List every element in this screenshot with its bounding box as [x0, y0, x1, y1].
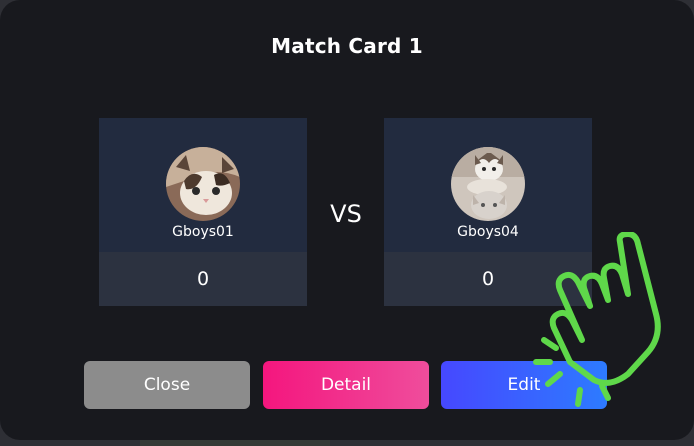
close-button[interactable]: Close — [84, 361, 250, 409]
modal-title: Match Card 1 — [271, 34, 423, 58]
player-score: 0 — [481, 268, 495, 290]
player-card-left: Gboys01 0 — [99, 118, 307, 306]
edit-button[interactable]: Edit — [441, 361, 607, 409]
player-avatar-right — [451, 147, 525, 221]
detail-button[interactable]: Detail — [263, 361, 429, 409]
vs-label: VS — [330, 200, 362, 228]
score-bar-left: 0 — [99, 252, 307, 306]
match-card-modal: Match Card 1 Gboys01 0 VS Gboys04 0 Clos… — [0, 0, 694, 440]
player-name: Gboys04 — [457, 224, 519, 240]
player-avatar-left — [166, 147, 240, 221]
player-card-right: Gboys04 0 — [384, 118, 592, 306]
player-score: 0 — [196, 268, 210, 290]
score-bar-right: 0 — [384, 252, 592, 306]
player-name: Gboys01 — [172, 224, 234, 240]
